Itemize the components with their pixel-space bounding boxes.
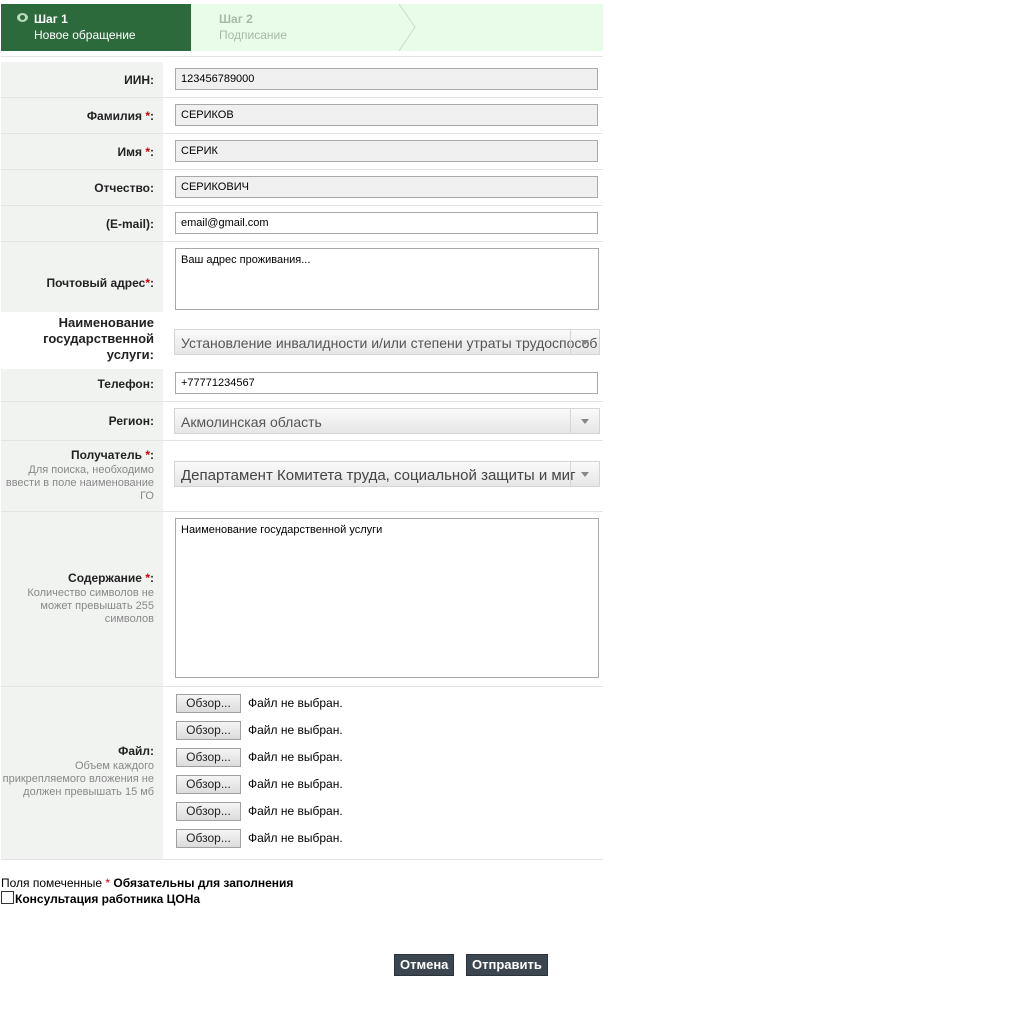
file-status: Файл не выбран.	[248, 696, 343, 710]
row-email: (E-mail): email@gmail.com	[1, 206, 603, 242]
address-textarea[interactable]: Ваш адрес проживания...	[175, 248, 599, 310]
row-service: Наименование государственной услуги: Уст…	[1, 312, 603, 369]
row-name: Имя *: СЕРИК	[1, 134, 603, 170]
row-file: Файл: Объем каждого прикрепляемого вложе…	[1, 687, 603, 860]
label-cell: ИИН:	[1, 62, 163, 97]
step-active-icon	[17, 13, 28, 22]
row-phone: Телефон: +77771234567	[1, 369, 603, 402]
row-recipient: Получатель *: Для поиска, необходимо вве…	[1, 441, 603, 512]
patronymic-label: Отчество:	[94, 181, 154, 195]
submit-button[interactable]: Отправить	[466, 954, 548, 976]
file-status: Файл не выбран.	[248, 750, 343, 764]
phone-label: Телефон:	[97, 377, 154, 391]
browse-button[interactable]: Обзор...	[176, 829, 241, 848]
consultation-checkbox[interactable]	[1, 891, 14, 904]
file-status: Файл не выбран.	[248, 831, 343, 845]
content-label: Содержание *:	[68, 571, 154, 585]
iin-label: ИИН:	[124, 73, 154, 87]
service-label: Наименование государственной услуги:	[43, 315, 154, 362]
step-2: Шаг 2 Подписание	[219, 12, 287, 42]
patronymic-input[interactable]: СЕРИКОВИЧ	[175, 176, 598, 198]
row-content: Содержание *: Количество символов не мож…	[1, 512, 603, 687]
chevron-down-icon[interactable]	[570, 462, 599, 486]
recipient-label: Получатель *:	[70, 448, 154, 462]
label-cell: Получатель *: Для поиска, необходимо вве…	[1, 441, 163, 511]
content-textarea[interactable]: Наименование государственной услуги	[175, 518, 599, 678]
region-select-value: Акмолинская область	[181, 414, 322, 430]
label-cell: Почтовый адрес*:	[1, 242, 163, 312]
label-cell: (E-mail):	[1, 206, 163, 241]
surname-input[interactable]: СЕРИКОВ	[175, 104, 598, 126]
step-1-subtitle: Новое обращение	[34, 28, 136, 42]
surname-label: Фамилия *:	[86, 109, 154, 123]
region-label: Регион:	[108, 414, 154, 428]
chevron-down-icon[interactable]	[570, 330, 599, 354]
consultation-checkbox-row[interactable]: Консультация работника ЦОНа	[1, 891, 200, 906]
iin-input[interactable]: 123456789000	[175, 68, 598, 90]
file-hint: Объем каждого прикрепляемого вложения не…	[2, 760, 154, 798]
step-2-subtitle: Подписание	[219, 28, 287, 42]
label-cell: Содержание *: Количество символов не мож…	[1, 512, 163, 686]
name-label: Имя *:	[117, 145, 154, 159]
cancel-button[interactable]: Отмена	[394, 954, 455, 976]
service-select[interactable]: Установление инвалидности и/или степени …	[174, 329, 600, 355]
file-status: Файл не выбран.	[248, 723, 343, 737]
name-input[interactable]: СЕРИК	[175, 140, 598, 162]
step-1: Шаг 1 Новое обращение	[1, 4, 191, 51]
email-input[interactable]: email@gmail.com	[175, 212, 598, 234]
row-region: Регион: Акмолинская область	[1, 402, 603, 441]
chevron-down-icon[interactable]	[570, 409, 599, 433]
region-select[interactable]: Акмолинская область	[174, 408, 600, 434]
row-address: Почтовый адрес*: Ваш адрес проживания...	[1, 242, 603, 312]
service-select-value: Установление инвалидности и/или степени …	[181, 335, 598, 351]
divider	[1, 56, 603, 57]
required-note: Поля помеченные * Обязательны для заполн…	[1, 876, 294, 890]
step-1-title: Шаг 1	[34, 12, 68, 26]
file-status: Файл не выбран.	[248, 804, 343, 818]
file-status: Файл не выбран.	[248, 777, 343, 791]
file-label: Файл:	[118, 744, 154, 758]
browse-button[interactable]: Обзор...	[176, 694, 241, 713]
label-cell: Отчество:	[1, 170, 163, 205]
row-patronymic: Отчество: СЕРИКОВИЧ	[1, 170, 603, 206]
email-label: (E-mail):	[106, 217, 154, 231]
label-cell: Телефон:	[1, 369, 163, 401]
step-separator-icon	[399, 4, 416, 51]
label-cell: Фамилия *:	[1, 98, 163, 133]
browse-button[interactable]: Обзор...	[176, 721, 241, 740]
browse-button[interactable]: Обзор...	[176, 775, 241, 794]
label-cell: Имя *:	[1, 134, 163, 169]
content-hint: Количество символов не может превышать 2…	[27, 587, 154, 625]
browse-button[interactable]: Обзор...	[176, 802, 241, 821]
label-cell: Наименование государственной услуги:	[1, 312, 163, 369]
row-iin: ИИН: 123456789000	[1, 62, 603, 98]
address-label: Почтовый адрес*:	[46, 276, 155, 290]
recipient-hint: Для поиска, необходимо ввести в поле наи…	[5, 464, 154, 502]
recipient-select[interactable]: Департамент Комитета труда, социальной з…	[174, 461, 600, 487]
steps-bar: Шаг 1 Новое обращение Шаг 2 Подписание	[1, 4, 603, 51]
recipient-select-value: Департамент Комитета труда, социальной з…	[181, 467, 576, 484]
label-cell: Регион:	[1, 402, 163, 440]
consultation-label: Консультация работника ЦОНа	[15, 892, 201, 906]
step-2-title: Шаг 2	[219, 12, 253, 26]
phone-input[interactable]: +77771234567	[175, 372, 598, 394]
label-cell: Файл: Объем каждого прикрепляемого вложе…	[1, 687, 163, 859]
browse-button[interactable]: Обзор...	[176, 748, 241, 767]
row-surname: Фамилия *: СЕРИКОВ	[1, 98, 603, 134]
